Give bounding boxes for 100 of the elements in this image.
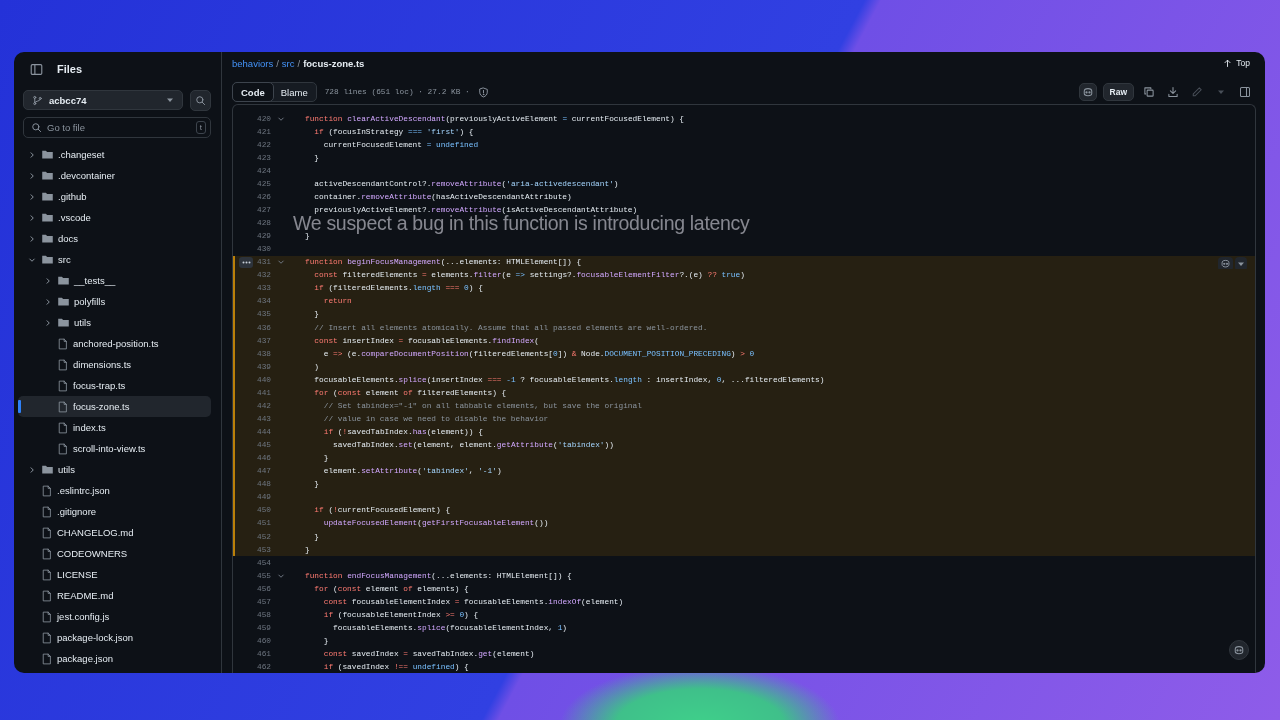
folder-icon	[41, 253, 54, 266]
file-icon	[57, 442, 69, 455]
item-label: LICENSE	[57, 569, 98, 580]
file-icon	[41, 547, 53, 560]
breadcrumb-link[interactable]: src	[281, 57, 295, 69]
copilot-button[interactable]	[1078, 83, 1097, 101]
file-icon	[41, 610, 53, 623]
breadcrumb-separator: /	[276, 57, 279, 69]
file-item[interactable]: CHANGELOG.md	[18, 522, 211, 543]
copilot-icon	[1081, 86, 1094, 98]
item-label: index.ts	[73, 422, 106, 433]
item-label: anchored-position.ts	[73, 338, 159, 349]
folder-item[interactable]: utils	[18, 459, 211, 480]
item-label: .vscode	[58, 212, 91, 223]
folder-icon	[41, 169, 54, 182]
folder-icon	[41, 190, 54, 203]
folder-item[interactable]: .devcontainer	[18, 165, 211, 186]
file-item[interactable]: jest.config.js	[18, 606, 211, 627]
file-item[interactable]: package-lock.json	[18, 627, 211, 648]
item-label: .devcontainer	[58, 170, 116, 181]
item-label: src	[58, 254, 71, 265]
item-label: .gitignore	[57, 506, 97, 517]
file-icon	[57, 421, 69, 434]
search-button[interactable]	[190, 90, 211, 111]
item-label: utils	[74, 317, 91, 328]
folder-item[interactable]: .github	[18, 186, 211, 207]
file-item[interactable]: package.json	[18, 648, 211, 669]
file-item[interactable]: anchored-position.ts	[18, 333, 211, 354]
copilot-button[interactable]	[1218, 256, 1233, 271]
folder-item[interactable]: .vscode	[18, 207, 211, 228]
sidebar-title: Files	[57, 63, 83, 75]
file-icon	[57, 337, 69, 350]
copilot-chat-button[interactable]	[1229, 639, 1249, 660]
file-icon	[41, 631, 53, 644]
file-item[interactable]: CODEOWNERS	[18, 543, 211, 564]
top-link[interactable]: Top	[1223, 58, 1250, 68]
item-label: polyfills	[74, 296, 106, 307]
shield-icon	[477, 86, 489, 98]
file-icon	[41, 526, 53, 539]
search-icon	[195, 95, 206, 106]
item-label: utils	[58, 464, 75, 475]
shortcut-key: t	[195, 121, 206, 134]
item-label: __tests__	[74, 275, 116, 286]
file-item[interactable]: .eslintrc.json	[18, 480, 211, 501]
file-item[interactable]: dimensions.ts	[18, 354, 211, 375]
copy-icon	[1143, 86, 1155, 98]
search-icon	[31, 122, 42, 133]
folder-icon	[41, 148, 54, 161]
view-tab[interactable]: Blame	[272, 83, 316, 101]
folder-item[interactable]: docs	[18, 228, 211, 249]
folder-icon	[41, 232, 54, 245]
item-label: CODEOWNERS	[57, 548, 128, 559]
file-item[interactable]: LICENSE	[18, 564, 211, 585]
panel-icon	[1239, 86, 1251, 98]
folder-item[interactable]: .changeset	[18, 144, 211, 165]
file-item[interactable]: scroll-into-view.ts	[18, 438, 211, 459]
item-label: .github	[58, 191, 87, 202]
file-item[interactable]: index.ts	[18, 417, 211, 438]
item-label: dimensions.ts	[73, 359, 132, 370]
file-icon	[41, 652, 53, 665]
folder-icon	[57, 295, 70, 308]
folder-icon	[41, 211, 54, 224]
file-item[interactable]: .gitignore	[18, 501, 211, 522]
item-label: focus-trap.ts	[73, 380, 126, 391]
branch-select[interactable]: acbcc74	[23, 90, 183, 110]
caret-icon	[166, 96, 174, 104]
ellipsis-icon	[241, 260, 251, 264]
arrow-up-icon	[1223, 58, 1233, 68]
item-label: docs	[58, 233, 79, 244]
breadcrumb-separator: /	[297, 57, 301, 69]
file-item[interactable]: focus-zone.ts	[18, 396, 211, 417]
file-item[interactable]: focus-trap.ts	[18, 375, 211, 396]
pencil-icon	[1191, 86, 1203, 98]
folder-icon	[57, 274, 70, 287]
download-icon	[1167, 86, 1179, 98]
file-item[interactable]: README.md	[18, 585, 211, 606]
folder-item[interactable]: __tests__	[18, 270, 211, 291]
sidebar-toggle-icon	[30, 62, 43, 76]
breadcrumb-link[interactable]: behaviors	[232, 57, 274, 69]
folder-item[interactable]: utils	[18, 312, 211, 333]
item-label: README.md	[57, 590, 114, 601]
menu-caret-button[interactable]	[1235, 256, 1247, 271]
line-menu-button[interactable]	[239, 256, 253, 268]
item-label: CHANGELOG.md	[57, 527, 134, 538]
file-icon	[57, 400, 69, 413]
item-label: focus-zone.ts	[73, 401, 130, 412]
file-icon	[41, 589, 53, 602]
file-icon	[57, 379, 69, 392]
file-icon	[41, 484, 53, 497]
folder-item[interactable]: src	[18, 249, 211, 270]
branch-icon	[32, 94, 43, 106]
file-icon	[41, 568, 53, 581]
view-tab[interactable]: Code	[232, 82, 274, 102]
copilot-icon	[1220, 258, 1231, 270]
folder-item[interactable]: polyfills	[18, 291, 211, 312]
folder-icon	[57, 316, 70, 329]
item-label: .changeset	[58, 149, 105, 160]
item-label: scroll-into-view.ts	[73, 443, 146, 454]
file-icon	[41, 505, 53, 518]
raw-button[interactable]: Raw	[1102, 83, 1134, 101]
